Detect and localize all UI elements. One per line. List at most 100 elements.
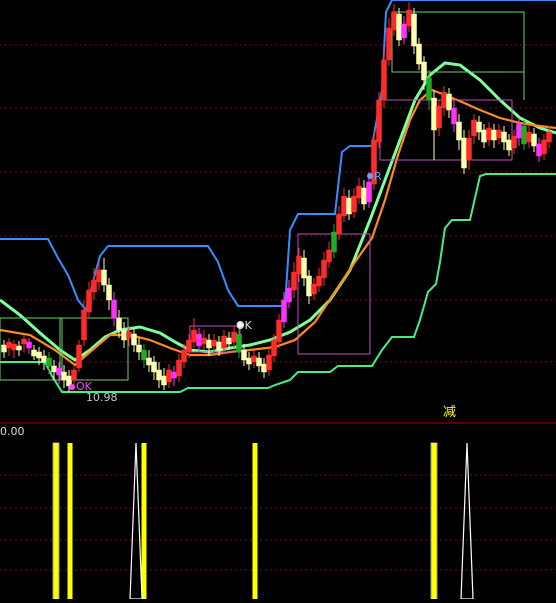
candle-body — [346, 197, 352, 215]
signal-spike-white — [460, 442, 474, 600]
candle-body — [481, 129, 487, 143]
low-price-label: 10.98 — [86, 391, 118, 404]
candle-body — [526, 131, 532, 143]
candle-body — [241, 349, 247, 361]
candle-body — [1, 344, 7, 353]
r-marker-label: R — [374, 170, 382, 183]
candle-body — [261, 363, 267, 373]
candle-body — [531, 133, 537, 147]
candle-body — [416, 43, 422, 65]
candle-body — [221, 335, 227, 349]
signal-spike-white — [129, 442, 143, 600]
candle-body — [186, 339, 192, 353]
candle-body — [206, 339, 212, 349]
candle-body — [441, 91, 447, 109]
candle-body — [51, 365, 57, 373]
candle-body — [126, 331, 132, 339]
lower-band-line — [0, 173, 556, 393]
candle-body — [311, 283, 317, 295]
candle-body — [31, 349, 37, 357]
candle-body — [116, 317, 122, 331]
candle-body — [391, 11, 397, 31]
candle-body — [141, 349, 147, 361]
candle-body — [291, 271, 297, 291]
candle-body — [486, 127, 492, 141]
upper-band-line — [0, 0, 556, 313]
candle-body — [81, 309, 87, 341]
candle-body — [496, 129, 502, 139]
candle-body — [266, 354, 272, 371]
candle-body — [451, 107, 457, 125]
candle-body — [426, 77, 432, 101]
candle-body — [211, 339, 217, 347]
candle-body — [161, 375, 167, 386]
candle-body — [436, 105, 442, 129]
candle-body — [511, 135, 517, 149]
signal-bar-yellow — [53, 443, 59, 599]
candle-body — [431, 97, 437, 131]
candle-body — [301, 257, 307, 279]
candle-body — [351, 195, 357, 213]
candle-body — [121, 329, 127, 341]
candle-body — [336, 213, 342, 235]
candle-body — [46, 357, 52, 367]
candle-body — [21, 338, 27, 345]
candle-body — [326, 249, 332, 263]
candle-body — [466, 137, 472, 161]
candle-body — [476, 121, 482, 133]
candle-body — [446, 93, 452, 111]
candle-body — [146, 357, 152, 366]
indicator-axis-label: 0.00 — [0, 425, 25, 438]
candle-body — [246, 357, 252, 365]
candle-body — [386, 27, 392, 61]
candle-body — [316, 275, 322, 287]
candle-body — [361, 187, 367, 205]
candle-body — [306, 275, 312, 297]
candle-body — [501, 131, 507, 143]
ok-marker-label-2: OK — [236, 319, 252, 332]
ok-marker-label-1: OK — [76, 380, 92, 393]
candle-body — [516, 123, 522, 139]
candle-body — [536, 143, 542, 157]
ok-marker-dot — [69, 384, 75, 390]
candle-body — [101, 269, 107, 286]
candle-body — [166, 369, 172, 383]
signal-bar-yellow — [67, 443, 73, 599]
candle-body — [271, 339, 277, 357]
candle-body — [256, 357, 262, 367]
candle-body — [456, 121, 462, 141]
candle-body — [196, 333, 202, 347]
candle-body — [226, 337, 232, 345]
price-chart[interactable] — [0, 0, 556, 600]
candle-body — [321, 259, 327, 279]
candle-body — [546, 131, 552, 143]
candle-body — [131, 333, 137, 346]
candle-body — [156, 369, 162, 381]
signal-bar-yellow — [252, 443, 258, 599]
candle-body — [331, 231, 337, 253]
candle-body — [11, 343, 17, 351]
candle-body — [356, 185, 362, 199]
candle-body — [36, 351, 42, 359]
candle-body — [106, 284, 112, 301]
candle-body — [181, 349, 187, 363]
candle-body — [401, 23, 407, 39]
candle-body — [6, 341, 12, 349]
candle-body — [86, 289, 92, 313]
candle-body — [216, 341, 222, 351]
candle-body — [96, 269, 102, 283]
candle-body — [71, 369, 77, 381]
signal-bar-yellow — [141, 443, 147, 599]
candle-body — [236, 333, 242, 353]
candle-body — [61, 371, 67, 381]
candle-body — [421, 61, 427, 81]
chart-stage[interactable]: 0.00 10.98 OK OK R 减 — [0, 0, 556, 600]
candle-body — [76, 344, 82, 369]
candle-body — [366, 181, 372, 203]
candle-body — [491, 129, 497, 141]
candle-body — [281, 299, 287, 323]
candle-body — [381, 59, 387, 101]
candle-body — [376, 99, 382, 143]
candle-body — [396, 13, 402, 41]
candle-body — [151, 361, 157, 373]
